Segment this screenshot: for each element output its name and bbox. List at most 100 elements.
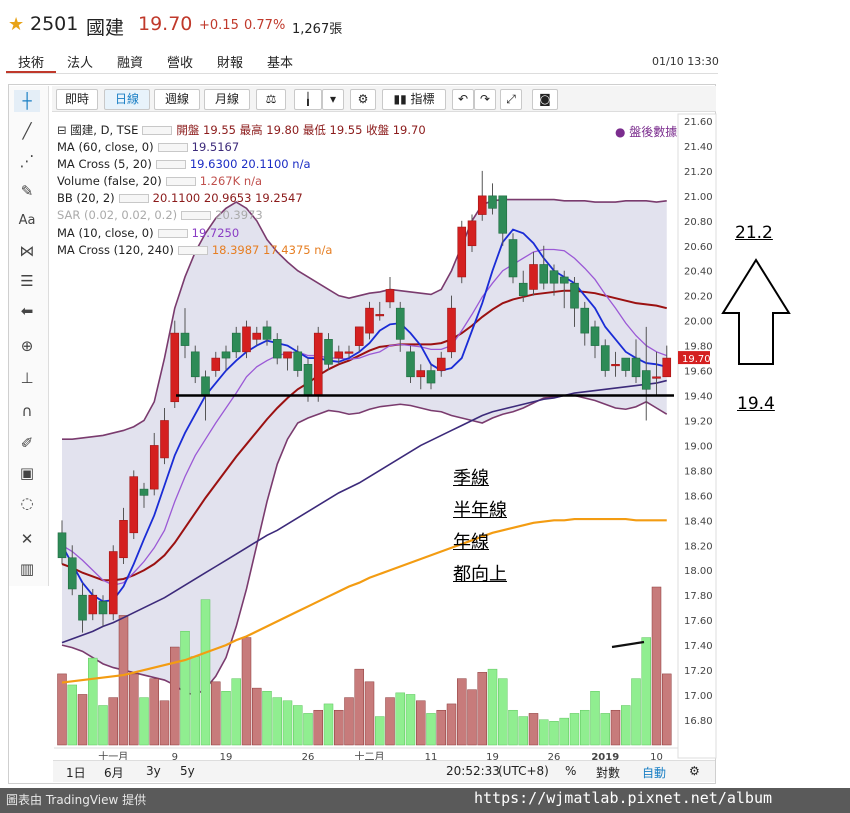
volume-bar (262, 691, 272, 746)
legend-controls-icon[interactable] (165, 177, 196, 187)
volume-bar (457, 678, 467, 746)
candle (78, 594, 87, 621)
indicator-legend: ⊟ 國建, D, TSE 開盤 19.55 最高 19.80 最低 19.55 收… (57, 122, 426, 259)
candle (313, 332, 323, 396)
candle (108, 551, 118, 615)
volume-bar (200, 599, 211, 746)
range-3y-button[interactable]: 3y (146, 764, 161, 778)
volume-bar (426, 713, 436, 746)
target-high-label: 21.2 (735, 223, 773, 243)
volume-bar (580, 709, 590, 746)
volume-bar (569, 713, 580, 746)
y-tick-label: 18.40 (684, 516, 713, 527)
range-5y-button[interactable]: 5y (180, 764, 195, 778)
volume-bar (180, 630, 190, 746)
candle (570, 282, 579, 309)
candle (98, 601, 108, 615)
settings-icon[interactable]: ⚙ (689, 764, 700, 778)
legend-ma60: MA (60, close, 0) 19.5167 (57, 139, 426, 156)
candle (385, 289, 395, 303)
candle (211, 357, 221, 371)
volume-bar (600, 713, 610, 746)
candle (303, 364, 313, 396)
y-tick-label: 17.60 (684, 616, 713, 627)
volume-bar (559, 717, 569, 746)
candle (180, 332, 190, 346)
legend-controls-icon[interactable] (155, 160, 186, 170)
percent-toggle[interactable]: % (565, 764, 576, 778)
candle (375, 314, 385, 317)
watermark-url: https://wjmatlab.pixnet.net/album (474, 789, 773, 807)
candle (252, 332, 262, 340)
volume-bar (539, 719, 549, 746)
y-tick-label: 19.80 (684, 342, 713, 353)
volume-bar (241, 637, 252, 746)
legend-volume: Volume (false, 20) 1.267K n/a (57, 173, 426, 190)
legend-controls-icon[interactable] (177, 245, 208, 255)
legend-values: 19.5167 (191, 140, 240, 155)
candle (447, 307, 456, 353)
legend-values: 開盤 19.55 最高 19.80 最低 19.55 收盤 19.70 (176, 123, 426, 137)
volume-bar (508, 709, 518, 746)
legend-label: MA Cross (120, 240) (57, 242, 174, 257)
legend-values: 20.1100 20.9653 19.2547 (152, 191, 303, 206)
legend-controls-icon[interactable] (118, 194, 149, 204)
volume-bar (549, 721, 559, 746)
legend-controls-icon[interactable] (142, 126, 173, 135)
volume-bar (395, 692, 405, 746)
candle (539, 264, 549, 284)
volume-bar (487, 668, 498, 746)
candle (611, 364, 620, 367)
collapse-icon[interactable]: ⊟ (57, 123, 70, 137)
legend-ma-cross-120-240: MA Cross (120, 240) 18.3987 17.4375 n/a (57, 242, 426, 259)
volume-bar (621, 705, 631, 746)
volume-bar (303, 713, 313, 746)
candle (477, 195, 487, 215)
volume-bar (590, 691, 600, 746)
legend-sar: SAR (0.02, 0.02, 0.2) 20.3973 (57, 207, 426, 224)
volume-bar (518, 716, 528, 746)
tradingview-credit[interactable]: 圖表由 TradingView 提供 (6, 791, 146, 808)
candle (498, 195, 508, 234)
candle (119, 520, 128, 559)
range-1d-button[interactable]: 1日 (66, 764, 86, 781)
legend-values: 19.6300 20.1100 n/a (189, 157, 311, 172)
candle (354, 326, 364, 346)
candle (242, 326, 251, 353)
timezone[interactable]: (UTC+8) (498, 764, 549, 778)
volume-bar (57, 673, 67, 746)
volume-bar (405, 694, 416, 746)
candle (641, 370, 651, 390)
candle (190, 351, 200, 378)
candle (436, 357, 446, 371)
candle (652, 376, 661, 379)
auto-scale-toggle[interactable]: 自動 (642, 764, 666, 781)
volume-bar (77, 694, 88, 746)
legend-ma10: MA (10, close, 0) 19.7250 (57, 225, 426, 242)
volume-bar (313, 709, 323, 746)
legend-label: MA Cross (5, 20) (57, 157, 152, 172)
y-tick-label: 20.20 (684, 292, 713, 303)
candle (467, 220, 477, 247)
legend-controls-icon[interactable] (157, 228, 188, 238)
volume-bar (498, 678, 508, 746)
last-price-label: 19.70 (682, 354, 711, 365)
log-toggle[interactable]: 對數 (596, 764, 620, 781)
y-tick-label: 16.80 (684, 716, 713, 727)
y-tick-label: 18.60 (684, 491, 713, 502)
volume-bar (67, 684, 77, 746)
candle (170, 332, 180, 403)
candle (149, 445, 159, 490)
range-6m-button[interactable]: 6月 (104, 764, 124, 781)
after-market-link[interactable]: ● 盤後數據 (615, 123, 677, 140)
legend-main: ⊟ 國建, D, TSE 開盤 19.55 最高 19.80 最低 19.55 收… (57, 122, 426, 139)
volume-bar (88, 657, 98, 746)
candle (160, 420, 169, 459)
volume-bar (334, 709, 344, 746)
y-tick-label: 21.00 (684, 192, 713, 203)
candle (488, 195, 497, 209)
volume-bar (221, 691, 231, 746)
y-tick-label: 21.40 (684, 142, 713, 153)
legend-controls-icon[interactable] (157, 143, 188, 153)
legend-controls-icon[interactable] (181, 211, 212, 221)
